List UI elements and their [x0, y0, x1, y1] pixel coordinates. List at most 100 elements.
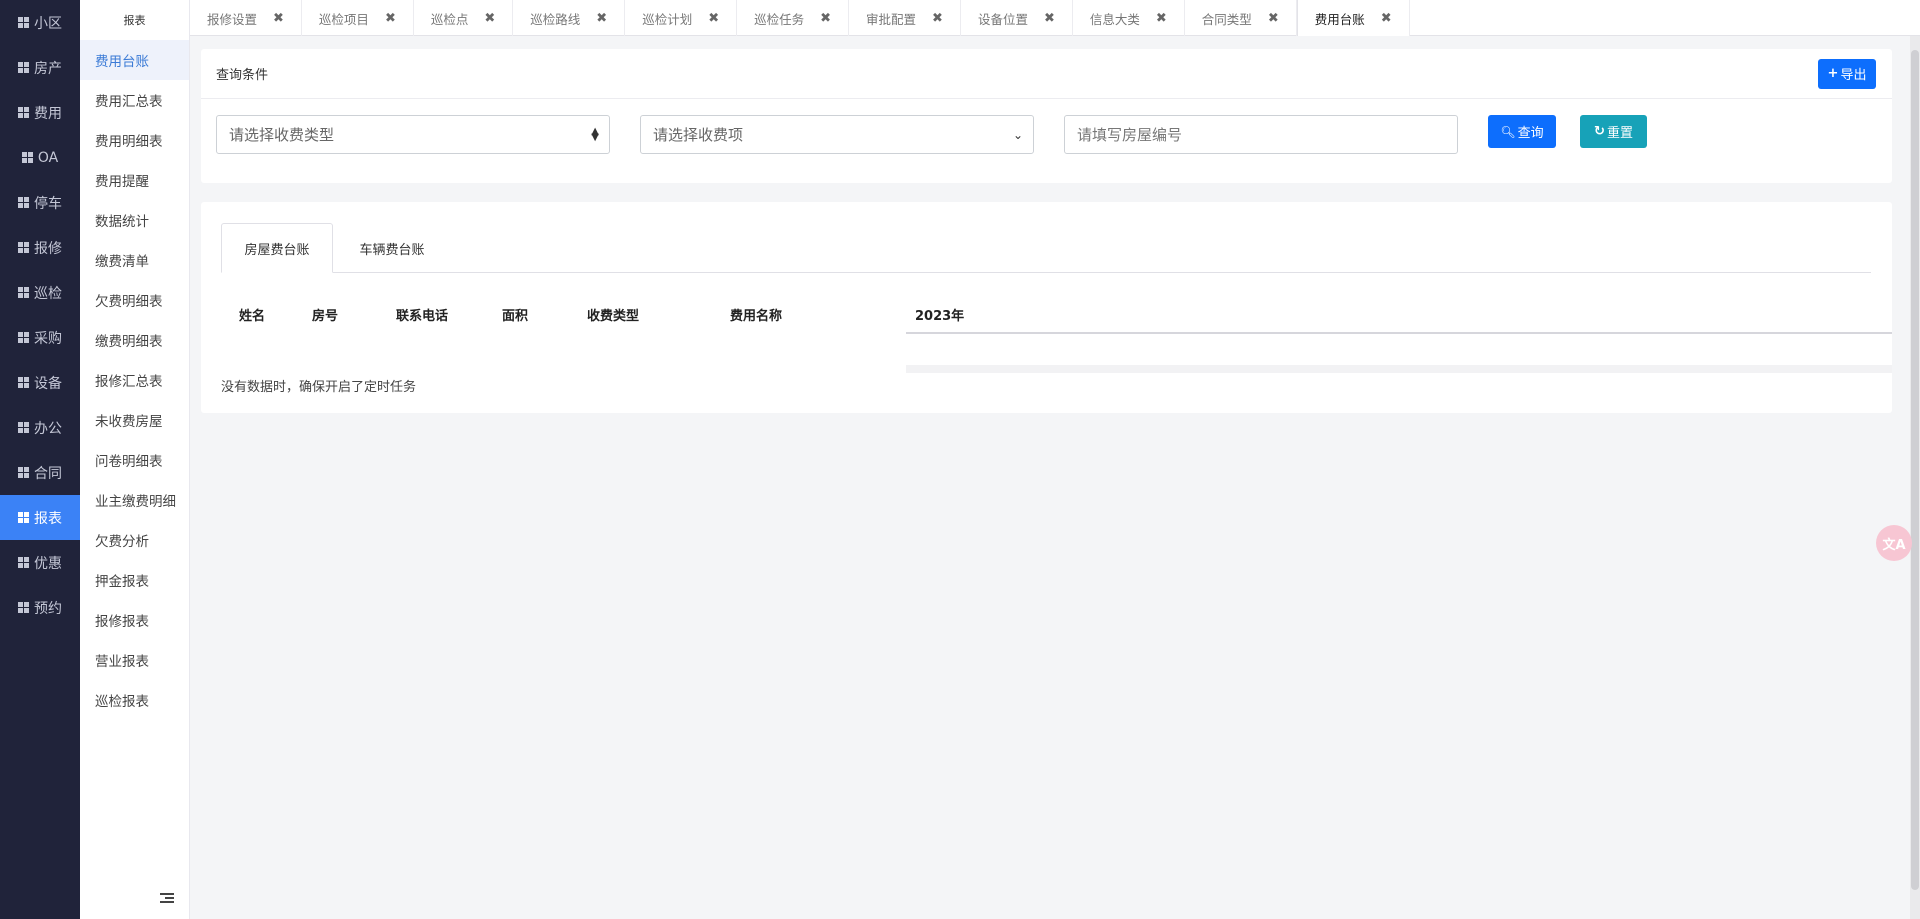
nav-item-label: OA [37, 149, 59, 166]
close-icon[interactable]: ✖ [1381, 11, 1392, 26]
page-scrollbar[interactable] [1910, 36, 1920, 919]
fee-type-select[interactable]: 请选择收费类型 ▲ ▼ [216, 115, 610, 154]
nav-item-0[interactable]: 小区 [0, 0, 80, 45]
subnav-item-13[interactable]: 押金报表 [80, 560, 189, 600]
tab-10[interactable]: 费用台账 ✖ [1296, 0, 1410, 36]
tab-1[interactable]: 巡检项目 ✖ [302, 0, 414, 36]
subnav-item-11[interactable]: 业主缴费明细 [80, 480, 189, 520]
subnav-item-1[interactable]: 费用汇总表 [80, 80, 189, 120]
tab-5[interactable]: 巡检任务 ✖ [737, 0, 850, 36]
subnav-item-15[interactable]: 营业报表 [80, 640, 189, 680]
tab-house-fee-ledger[interactable]: 房屋费台账 [221, 223, 333, 273]
nav-item-8[interactable]: 设备 [0, 360, 80, 405]
house-no-input[interactable]: 请填写房屋编号 [1064, 115, 1458, 154]
nav-item-11[interactable]: 报表 [0, 495, 80, 540]
nav-item-label: 合同 [34, 465, 62, 482]
reset-label: 重置 [1606, 126, 1633, 141]
reset-button[interactable]: ↻ 重置 [1580, 115, 1647, 148]
grid-icon [18, 62, 29, 73]
close-icon[interactable]: ✖ [596, 11, 607, 26]
nav-item-12[interactable]: 优惠 [0, 540, 80, 585]
close-icon[interactable]: ✖ [708, 11, 719, 26]
tab-6[interactable]: 审批配置 ✖ [849, 0, 961, 36]
tab-label: 巡检任务 [754, 11, 805, 27]
close-icon[interactable]: ✖ [932, 11, 943, 26]
sort-arrows-icon: ▲ ▼ [591, 125, 599, 143]
translate-float-button[interactable]: 文A [1876, 525, 1912, 561]
nav-item-7[interactable]: 采购 [0, 315, 80, 360]
tab-label: 报修设置 [207, 11, 258, 27]
subnav-item-2[interactable]: 费用明细表 [80, 120, 189, 160]
grid-icon [18, 377, 29, 388]
close-icon[interactable]: ✖ [1044, 11, 1055, 26]
close-icon[interactable]: ✖ [484, 11, 495, 26]
col-fee-name: 费用名称 [730, 308, 783, 324]
empty-data-note: 没有数据时，确保开启了定时任务 [221, 380, 417, 395]
grid-icon [18, 287, 29, 298]
tab-vehicle-fee-ledger[interactable]: 车辆费台账 [333, 223, 451, 273]
header-divider [906, 332, 1892, 334]
grid-icon [18, 107, 29, 118]
subnav-item-7[interactable]: 缴费明细表 [80, 320, 189, 360]
nav-item-label: 采购 [34, 330, 62, 347]
ledger-table-header: 姓名 房号 联系电话 面积 收费类型 费用名称 2023年 [206, 296, 1892, 334]
nav-item-label: 停车 [34, 195, 62, 212]
page-tabs: 报修设置 ✖ 巡检项目 ✖ 巡检点 ✖ 巡检路线 ✖ 巡检计划 ✖ 巡检任务 ✖ 审批配置 ✖ 设备位置 ✖ 信… [190, 0, 1920, 36]
tab-label: 设备位置 [977, 11, 1028, 27]
collapse-menu-button[interactable] [80, 877, 190, 919]
subnav-item-8[interactable]: 报修汇总表 [80, 360, 189, 400]
nav-item-5[interactable]: 报修 [0, 225, 80, 270]
nav-item-13[interactable]: 预约 [0, 585, 80, 630]
subnav-item-9[interactable]: 未收费房屋 [80, 400, 189, 440]
tab-label: 审批配置 [866, 11, 917, 27]
nav-item-6[interactable]: 巡检 [0, 270, 80, 315]
subnav-item-14[interactable]: 报修报表 [80, 600, 189, 640]
fee-item-placeholder: 请选择收费项 [653, 126, 744, 144]
nav-item-9[interactable]: 办公 [0, 405, 80, 450]
export-button[interactable]: + 导出 [1818, 58, 1876, 89]
fee-item-select[interactable]: 请选择收费项 ⌄ [640, 115, 1034, 154]
subnav-item-3[interactable]: 费用提醒 [80, 160, 189, 200]
tab-label: 巡检计划 [642, 11, 693, 27]
query-header: 查询条件 + 导出 [201, 49, 1892, 99]
subnav-item-10[interactable]: 问卷明细表 [80, 440, 189, 480]
search-button[interactable]: 🔍︎ 查询 [1488, 115, 1556, 148]
tab-2[interactable]: 巡检点 ✖ [414, 0, 514, 36]
grid-icon [18, 557, 29, 568]
nav-item-label: 办公 [34, 420, 62, 437]
grid-icon [18, 467, 29, 478]
grid-icon [18, 602, 29, 613]
nav-item-label: 小区 [34, 15, 62, 32]
subnav-item-4[interactable]: 数据统计 [80, 200, 189, 240]
close-icon[interactable]: ✖ [385, 11, 396, 26]
refresh-icon: ↻ [1594, 124, 1605, 139]
subnav-item-5[interactable]: 缴费清单 [80, 240, 189, 280]
tab-0[interactable]: 报修设置 ✖ [190, 0, 302, 36]
close-icon[interactable]: ✖ [1268, 11, 1279, 26]
nav-item-1[interactable]: 房产 [0, 45, 80, 90]
tab-8[interactable]: 信息大类 ✖ [1073, 0, 1185, 36]
scrollbar-thumb[interactable] [1911, 50, 1919, 890]
tab-9[interactable]: 合同类型 ✖ [1185, 0, 1297, 36]
grid-icon [18, 242, 29, 253]
nav-item-2[interactable]: 费用 [0, 90, 80, 135]
tab-3[interactable]: 巡检路线 ✖ [513, 0, 626, 36]
collapse-menu-icon [160, 892, 174, 904]
close-icon[interactable]: ✖ [1156, 11, 1167, 26]
house-no-placeholder: 请填写房屋编号 [1077, 126, 1183, 144]
col-area: 面积 [502, 308, 529, 324]
nav-item-10[interactable]: 合同 [0, 450, 80, 495]
tab-4[interactable]: 巡检计划 ✖ [625, 0, 738, 36]
subnav-item-6[interactable]: 欠费明细表 [80, 280, 189, 320]
close-icon[interactable]: ✖ [820, 11, 831, 26]
tab-7[interactable]: 设备位置 ✖ [961, 0, 1073, 36]
subnav-title: 报表 [123, 14, 146, 27]
tab-label: 巡检点 [430, 11, 469, 27]
nav-item-3[interactable]: OA [0, 135, 80, 180]
report-subnav: 报表 费用台账 费用汇总表 费用明细表 费用提醒 数据统计 缴费清单 欠费明细表 缴费明细表报… [80, 0, 190, 919]
close-icon[interactable]: ✖ [273, 11, 284, 26]
subnav-item-16[interactable]: 巡检报表 [80, 680, 189, 720]
subnav-item-0[interactable]: 费用台账 [80, 40, 189, 80]
subnav-item-12[interactable]: 欠费分析 [80, 520, 189, 560]
nav-item-4[interactable]: 停车 [0, 180, 80, 225]
